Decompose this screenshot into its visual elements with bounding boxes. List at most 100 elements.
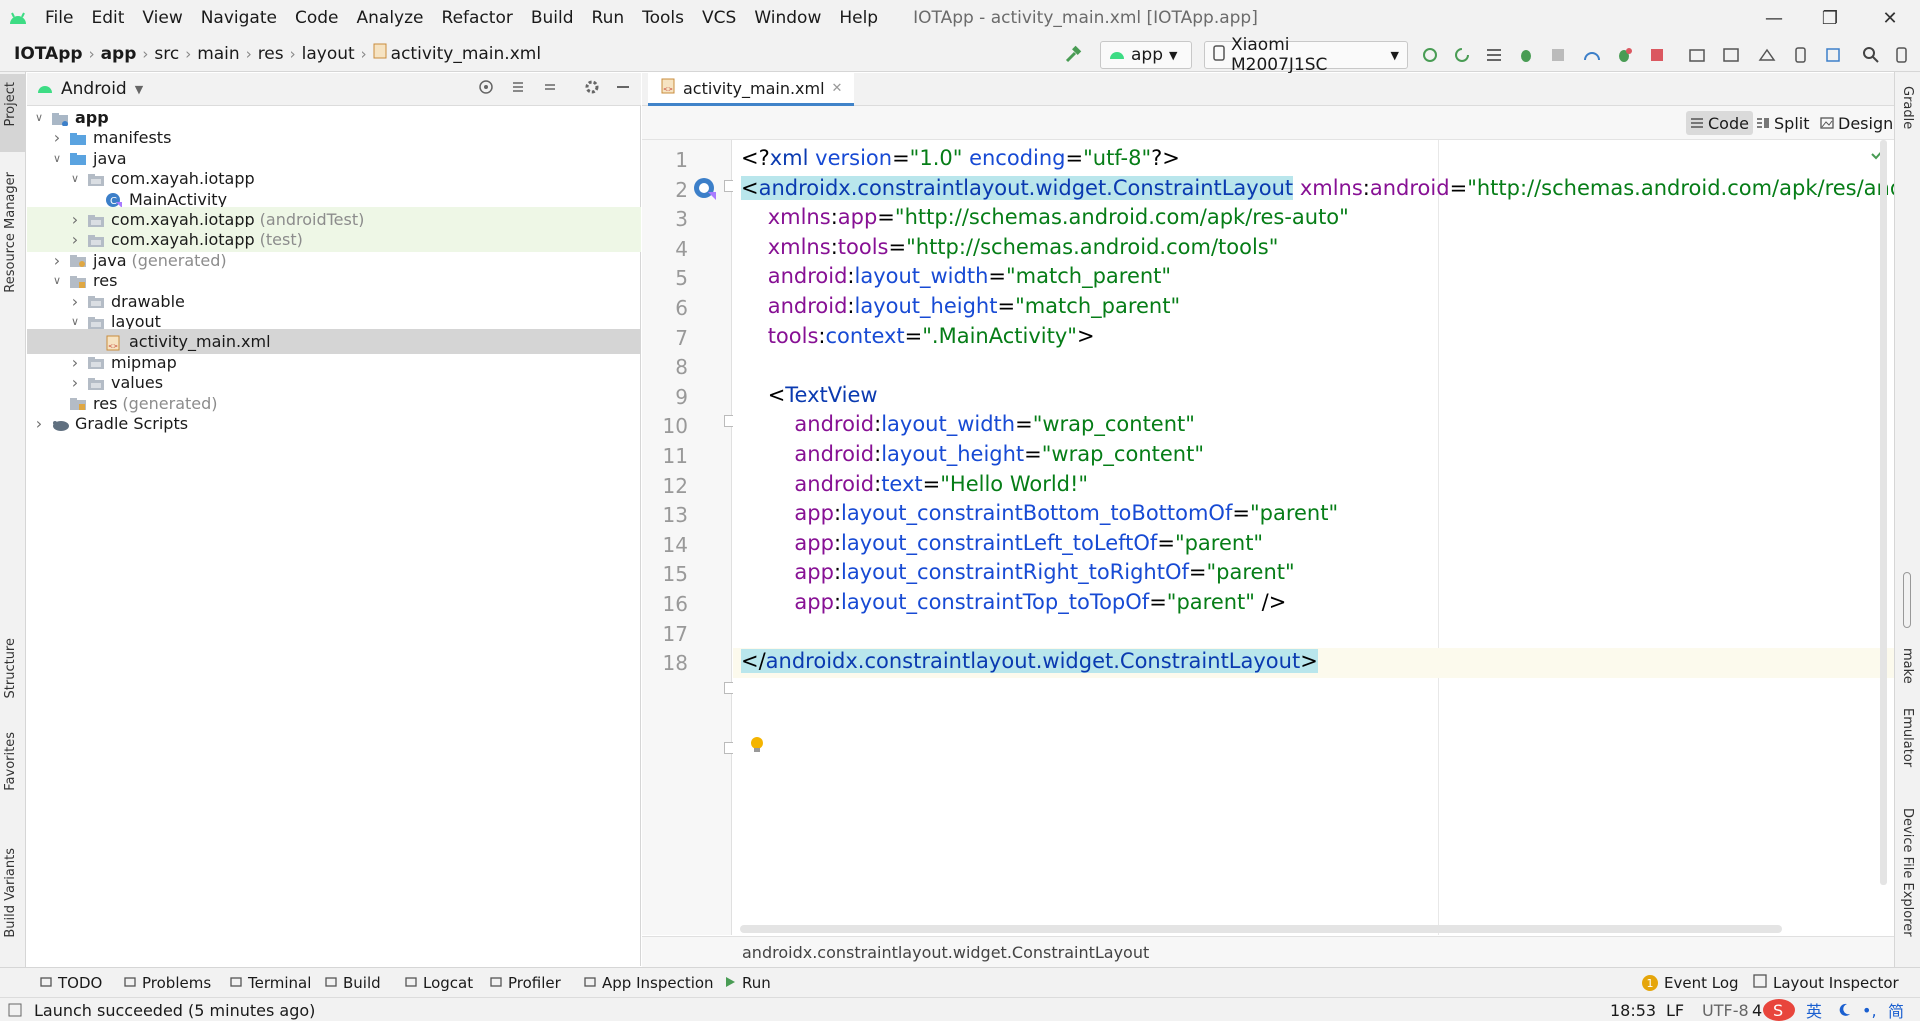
chevron-right-icon[interactable]: › bbox=[49, 251, 65, 270]
profile-icon[interactable] bbox=[1547, 44, 1569, 66]
menu-vcs[interactable]: VCS bbox=[693, 0, 745, 36]
ime-logo-icon[interactable]: S bbox=[1762, 998, 1796, 1021]
punctuation-icon[interactable]: •, bbox=[1862, 998, 1877, 1021]
breadcrumb-item[interactable]: main bbox=[191, 44, 243, 64]
menu-refactor[interactable]: Refactor bbox=[433, 0, 522, 36]
tool-window-todo[interactable]: TODO bbox=[40, 968, 102, 998]
status-panel-toggle-icon[interactable] bbox=[8, 998, 22, 1021]
close-window-button[interactable]: ✕ bbox=[1862, 0, 1918, 36]
minimize-button[interactable]: — bbox=[1746, 0, 1802, 36]
code-line[interactable]: <TextView bbox=[741, 383, 878, 407]
hammer-build-icon[interactable] bbox=[1062, 44, 1084, 66]
code-editor[interactable]: <?xml version="1.0" encoding="utf-8"?> <a… bbox=[733, 140, 1894, 935]
line-separator[interactable]: LF bbox=[1666, 998, 1684, 1021]
project-view-selector[interactable]: Android bbox=[61, 79, 127, 99]
chevron-right-icon[interactable]: › bbox=[31, 414, 47, 433]
structure-tool-button[interactable]: Structure bbox=[3, 638, 18, 698]
menu-file[interactable]: File bbox=[36, 0, 82, 36]
code-line[interactable]: android:layout_height="match_parent" bbox=[741, 294, 1180, 318]
make-tool-button[interactable]: make bbox=[1900, 648, 1915, 684]
menu-analyze[interactable]: Analyze bbox=[348, 0, 433, 36]
status-message[interactable]: Launch succeeded (5 minutes ago) bbox=[34, 998, 315, 1021]
breadcrumb-item[interactable]: src bbox=[148, 44, 183, 64]
chevron-right-icon[interactable]: › bbox=[67, 373, 83, 392]
restore-button[interactable]: ❐ bbox=[1802, 0, 1858, 36]
chevron-down-icon[interactable]: ∨ bbox=[49, 152, 65, 165]
caret-position[interactable]: 18:53 bbox=[1610, 998, 1656, 1021]
breadcrumb-item[interactable]: layout bbox=[296, 44, 359, 64]
menu-tools[interactable]: Tools bbox=[633, 0, 693, 36]
code-line[interactable]: xmlns:app="http://schemas.android.com/ap… bbox=[741, 205, 1349, 229]
code-line[interactable]: <androidx.constraintlayout.widget.Constr… bbox=[741, 175, 1894, 200]
code-line[interactable]: android:text="Hello World!" bbox=[741, 472, 1088, 496]
chevron-down-icon[interactable]: ∨ bbox=[67, 172, 83, 185]
editor-breadcrumb[interactable]: androidx.constraintlayout.widget.Constra… bbox=[642, 936, 1894, 967]
device-manager-icon[interactable] bbox=[1789, 44, 1811, 66]
chevron-down-icon[interactable]: ∨ bbox=[49, 274, 65, 287]
chevron-down-icon[interactable]: ▼ bbox=[135, 83, 143, 96]
code-line[interactable]: android:layout_width="wrap_content" bbox=[741, 412, 1195, 436]
code-mode-button[interactable]: Code bbox=[1686, 111, 1753, 135]
tool-window-profiler[interactable]: Profiler bbox=[490, 968, 561, 998]
run-coverage-icon[interactable] bbox=[1613, 44, 1635, 66]
code-line[interactable]: <?xml version="1.0" encoding="utf-8"?> bbox=[741, 146, 1180, 170]
stop-icon[interactable] bbox=[1646, 44, 1668, 66]
chevron-down-icon[interactable]: ∨ bbox=[67, 315, 83, 328]
close-tab-icon[interactable]: ✕ bbox=[832, 81, 843, 96]
sdk-manager-icon[interactable] bbox=[1756, 44, 1778, 66]
resource-manager-tool-button[interactable]: Resource Manager bbox=[3, 172, 18, 293]
breadcrumb-item[interactable]: activity_main.xml bbox=[367, 43, 545, 64]
file-encoding[interactable]: UTF-8 bbox=[1702, 998, 1749, 1021]
code-line[interactable]: app:layout_constraintRight_toRightOf="pa… bbox=[741, 560, 1294, 584]
code-line[interactable]: xmlns:tools="http://schemas.android.com/… bbox=[741, 235, 1279, 259]
tool-window-event-log[interactable]: 1 Event Log bbox=[1642, 968, 1739, 998]
menu-run[interactable]: Run bbox=[583, 0, 634, 36]
code-line[interactable]: </androidx.constraintlayout.widget.Const… bbox=[741, 649, 1318, 674]
kotlin-class-gutter-icon[interactable] bbox=[692, 176, 718, 206]
breadcrumb-item[interactable]: app bbox=[95, 44, 141, 64]
menu-build[interactable]: Build bbox=[522, 0, 583, 36]
lightbulb-icon[interactable] bbox=[749, 735, 765, 759]
menu-edit[interactable]: Edit bbox=[82, 0, 133, 36]
assistant-icon[interactable] bbox=[1890, 44, 1912, 66]
sync-project-icon[interactable] bbox=[1686, 44, 1708, 66]
tool-window-terminal[interactable]: Terminal bbox=[230, 968, 311, 998]
menu-code[interactable]: Code bbox=[286, 0, 348, 36]
tool-window-layout-inspector[interactable]: Layout Inspector bbox=[1753, 968, 1899, 998]
avd-manager-icon[interactable] bbox=[1720, 44, 1742, 66]
split-mode-button[interactable]: Split bbox=[1752, 111, 1813, 135]
editor-vertical-scrollbar[interactable] bbox=[1880, 140, 1887, 885]
tool-window-logcat[interactable]: Logcat bbox=[405, 968, 473, 998]
ime-language[interactable]: 英 bbox=[1806, 998, 1822, 1021]
code-line[interactable]: tools:context=".MainActivity"> bbox=[741, 324, 1095, 348]
tool-window-app-inspection[interactable]: App Inspection bbox=[584, 968, 714, 998]
simplified-chinese-icon[interactable]: 简 bbox=[1888, 998, 1904, 1021]
device-selector[interactable]: Xiaomi M2007J1SC ▼ bbox=[1204, 35, 1408, 75]
menu-window[interactable]: Window bbox=[745, 0, 830, 36]
tool-window-build[interactable]: Build bbox=[325, 968, 381, 998]
indent-setting[interactable]: 4 bbox=[1752, 998, 1762, 1021]
build-variants-tool-button[interactable]: Build Variants bbox=[3, 848, 18, 938]
tree-item[interactable]: › Gradle Scripts bbox=[27, 411, 641, 436]
project-structure-icon[interactable] bbox=[1822, 44, 1844, 66]
chevron-right-icon[interactable]: › bbox=[67, 210, 83, 229]
editor-tab-activity-main[interactable]: <> activity_main.xml ✕ bbox=[648, 73, 855, 106]
attach-debugger-icon[interactable] bbox=[1581, 44, 1603, 66]
code-line[interactable]: app:layout_constraintBottom_toBottomOf="… bbox=[741, 501, 1338, 525]
favorites-tool-button[interactable]: Favorites bbox=[3, 732, 18, 791]
code-line[interactable]: android:layout_width="match_parent" bbox=[741, 264, 1171, 288]
code-line[interactable]: app:layout_constraintLeft_toLeftOf="pare… bbox=[741, 531, 1263, 555]
chevron-right-icon[interactable]: › bbox=[67, 230, 83, 249]
run-config-selector[interactable]: app ▼ bbox=[1100, 41, 1192, 69]
apply-changes-restart-icon[interactable] bbox=[1419, 44, 1441, 66]
menu-navigate[interactable]: Navigate bbox=[192, 0, 286, 36]
menu-help[interactable]: Help bbox=[830, 0, 887, 36]
menu-view[interactable]: View bbox=[133, 0, 191, 36]
breadcrumb-item[interactable]: res bbox=[252, 44, 288, 64]
chevron-right-icon[interactable]: › bbox=[67, 292, 83, 311]
device-file-explorer-tool-button[interactable]: Device File Explorer bbox=[1900, 808, 1915, 937]
debug-icon[interactable] bbox=[1515, 44, 1537, 66]
code-line[interactable]: android:layout_height="wrap_content" bbox=[741, 442, 1204, 466]
gradle-tool-button[interactable]: Gradle bbox=[1900, 86, 1915, 129]
editor-horizontal-scrollbar[interactable] bbox=[740, 925, 1782, 933]
